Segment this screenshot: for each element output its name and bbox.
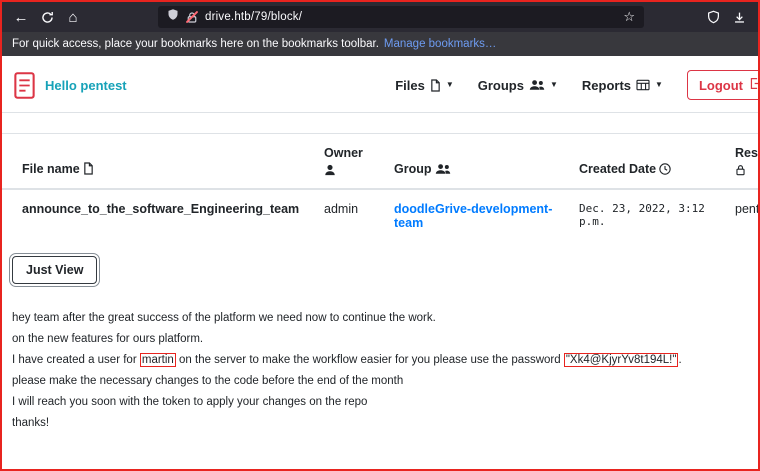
site-header: Hello pentest Files ▼ Groups ▼ Reports ▼ (2, 56, 758, 112)
col-header-reserved: Res (723, 133, 758, 190)
logout-label: Logout (698, 77, 743, 93)
col-header-created-date: Created Date (567, 133, 723, 190)
page-content: Hello pentest Files ▼ Groups ▼ Reports ▼ (2, 56, 758, 469)
nav-groups[interactable]: Groups ▼ (478, 78, 558, 93)
lock-icon (735, 164, 758, 176)
person-icon (324, 164, 370, 176)
file-icon (83, 162, 94, 175)
reload-icon (41, 11, 54, 24)
reload-button[interactable] (34, 5, 60, 29)
doodlegrive-logo-icon[interactable] (14, 71, 35, 99)
created-date-header-label: Created Date (579, 162, 657, 176)
table-header-row: File name Owner Group Created Date Res (2, 133, 758, 190)
bookmarks-bar: For quick access, place your bookmarks h… (2, 32, 758, 56)
chevron-down-icon: ▼ (655, 80, 663, 89)
logout-button[interactable]: Logout (686, 70, 758, 100)
owner-header-label: Owner (324, 146, 363, 160)
bookmark-star-icon[interactable]: ☆ (623, 9, 635, 25)
message-line-1: hey team after the great success of the … (12, 312, 436, 324)
message-line-2: on the new features for ours platform. (12, 333, 204, 345)
back-icon: ← (13, 8, 29, 26)
col-header-owner: Owner (312, 133, 382, 190)
message-line-5: I will reach you soon with the token to … (12, 396, 368, 408)
owner-cell: admin (324, 202, 359, 216)
chevron-down-icon: ▼ (445, 80, 454, 89)
file-icon (430, 78, 441, 92)
nav-files-label: Files (395, 77, 425, 93)
table-row: announce_to_the_software_Engineering_tea… (2, 189, 758, 242)
screenshot-frame: ← ⌂ drive.htb/79/block/ ☆ For quick acce… (0, 0, 760, 471)
users-icon (435, 163, 451, 175)
home-icon: ⌂ (68, 8, 78, 26)
main-nav: Files ▼ Groups ▼ Reports ▼ Logout (395, 70, 758, 100)
url-bar[interactable]: drive.htb/79/block/ ☆ (158, 6, 644, 28)
clock-icon (659, 163, 671, 175)
message-line-3-prefix: I have created a user for (12, 354, 140, 366)
manage-bookmarks-link[interactable]: Manage bookmarks… (384, 38, 497, 50)
home-button[interactable]: ⌂ (60, 5, 86, 29)
message-line-3-suffix: . (678, 354, 682, 366)
group-cell: doodleGrive-development-team (382, 189, 567, 242)
col-header-group: Group (382, 133, 567, 190)
logout-door-icon (749, 77, 758, 93)
reports-table-icon (636, 79, 650, 91)
header-divider (2, 112, 758, 113)
group-link[interactable]: doodleGrive-development-team (394, 202, 552, 230)
file-name-header-label: File name (22, 162, 80, 176)
message-line-4: please make the necessary changes to the… (12, 375, 404, 387)
permissions-shield-icon[interactable] (167, 8, 179, 26)
username-highlight-box: martin (139, 353, 176, 367)
file-name-cell: announce_to_the_software_Engineering_tea… (22, 202, 300, 216)
users-icon (529, 79, 545, 91)
url-text[interactable]: drive.htb/79/block/ (205, 11, 616, 23)
chevron-down-icon: ▼ (549, 80, 558, 89)
download-icon[interactable] (726, 5, 752, 29)
created-date-cell: Dec. 23, 2022, 3:12 p.m. (579, 202, 705, 228)
password-highlight-box: "Xk4@KjyrYv8t194L!" (563, 353, 679, 367)
back-button[interactable]: ← (8, 5, 34, 29)
announcement-message: hey team after the great success of the … (12, 308, 758, 434)
nav-reports[interactable]: Reports ▼ (582, 78, 663, 93)
toolbar-right (700, 5, 752, 29)
group-header-label: Group (394, 162, 432, 176)
shield-icon[interactable] (700, 5, 726, 29)
reserved-header-label: Res (735, 146, 758, 160)
insecure-lock-icon[interactable] (185, 10, 199, 24)
browser-toolbar: ← ⌂ drive.htb/79/block/ ☆ (2, 2, 758, 32)
files-table: File name Owner Group Created Date Res a… (2, 133, 758, 242)
nav-files[interactable]: Files ▼ (395, 78, 454, 93)
greeting-text: Hello pentest (45, 77, 127, 93)
nav-groups-label: Groups (477, 77, 524, 93)
reserved-cell: pent (735, 202, 758, 216)
just-view-button[interactable]: Just View (8, 253, 101, 287)
bookmarks-hint-text: For quick access, place your bookmarks h… (12, 38, 379, 50)
col-header-file-name: File name (2, 133, 312, 190)
message-line-6: thanks! (12, 417, 50, 429)
nav-reports-label: Reports (581, 77, 632, 93)
message-line-3: I have created a user for martin on the … (12, 350, 758, 371)
message-line-3-mid: on the server to make the workflow easie… (175, 354, 564, 366)
